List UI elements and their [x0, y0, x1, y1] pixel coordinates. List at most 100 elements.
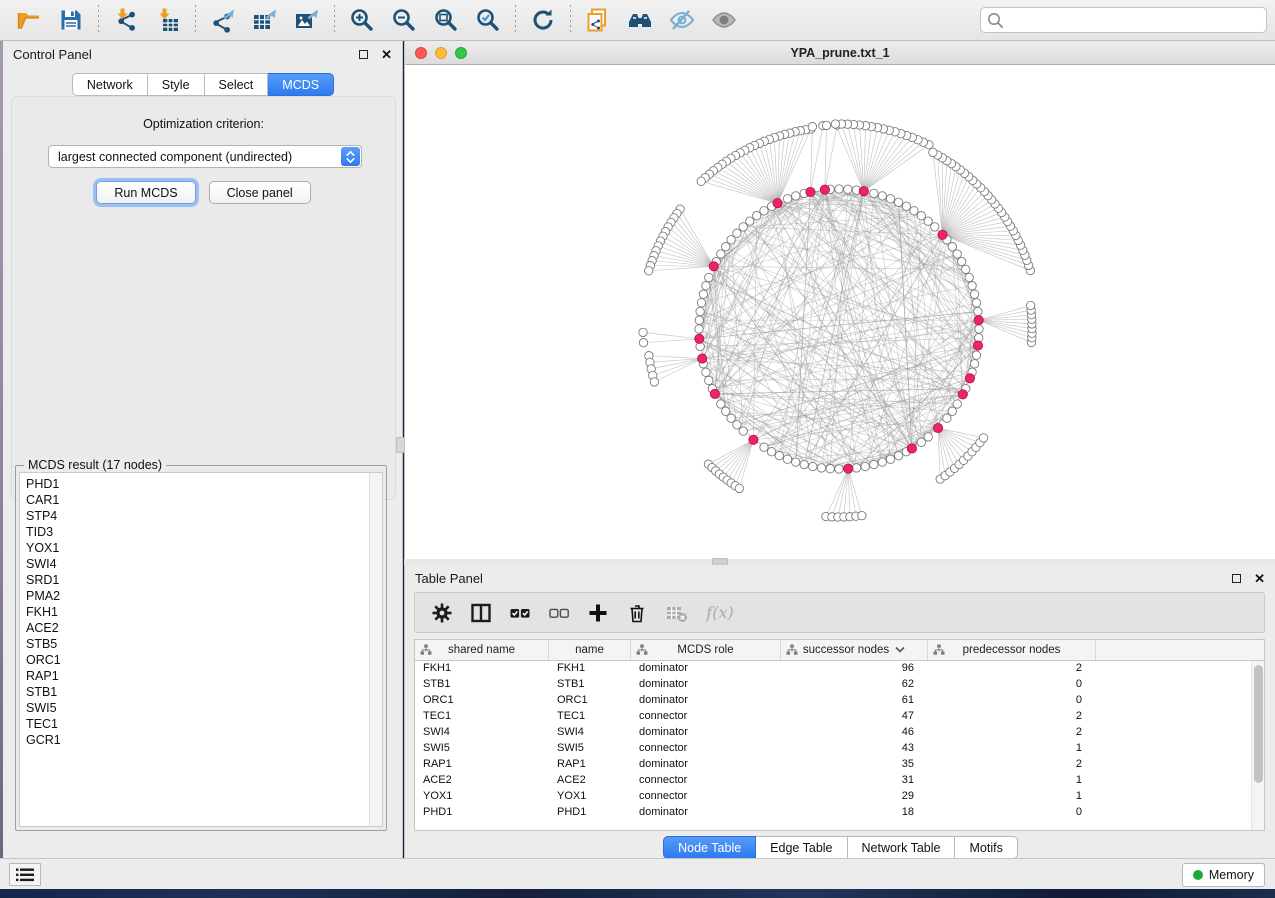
mcds-result-item[interactable]: RAP1	[26, 668, 382, 684]
tab-select[interactable]: Select	[205, 73, 269, 96]
tab-node-table[interactable]: Node Table	[663, 836, 756, 859]
cell-name[interactable]: TEC1	[549, 709, 631, 725]
table-scrollbar-thumb[interactable]	[1254, 665, 1263, 783]
ring-node[interactable]	[878, 458, 886, 466]
cell-predecessor-nodes[interactable]: 0	[928, 693, 1096, 709]
ring-node[interactable]	[953, 400, 961, 408]
mcds-hub-node[interactable]	[844, 464, 853, 473]
table-row[interactable]: YOX1YOX1connector291	[415, 789, 1264, 805]
cell-predecessor-nodes[interactable]: 2	[928, 661, 1096, 677]
mcds-result-item[interactable]: SWI5	[26, 700, 382, 716]
ring-node[interactable]	[886, 195, 894, 203]
deselect-all-button[interactable]	[544, 598, 574, 628]
tab-network[interactable]: Network	[72, 73, 148, 96]
satellite-node[interactable]	[822, 121, 830, 129]
ring-node[interactable]	[958, 257, 966, 265]
zoom-out-button[interactable]	[383, 3, 425, 37]
table-row[interactable]: ACE2ACE2connector311	[415, 773, 1264, 789]
cell-successor-nodes[interactable]: 18	[781, 805, 928, 821]
clone-network-button[interactable]	[577, 3, 619, 37]
network-graph-canvas[interactable]	[405, 65, 1274, 558]
cell-successor-nodes[interactable]: 35	[781, 757, 928, 773]
cell-name[interactable]: PHD1	[549, 805, 631, 821]
ring-node[interactable]	[943, 414, 951, 422]
cell-predecessor-nodes[interactable]: 1	[928, 789, 1096, 805]
window-zoom-icon[interactable]	[455, 47, 467, 59]
ring-node[interactable]	[739, 223, 747, 231]
mcds-hub-node[interactable]	[806, 187, 815, 196]
ring-node[interactable]	[753, 212, 761, 220]
cell-MCDS-role[interactable]: dominator	[631, 677, 781, 693]
mcds-result-item[interactable]: TID3	[26, 524, 382, 540]
save-session-button[interactable]	[50, 3, 92, 37]
ring-node[interactable]	[894, 452, 902, 460]
mcds-result-item[interactable]: STP4	[26, 508, 382, 524]
ring-node[interactable]	[775, 452, 783, 460]
cell-shared-name[interactable]: FKH1	[415, 661, 549, 677]
tab-edge-table[interactable]: Edge Table	[756, 836, 847, 859]
import-network-button[interactable]	[105, 3, 147, 37]
export-image-button[interactable]	[286, 3, 328, 37]
table-row[interactable]: RAP1RAP1dominator352	[415, 757, 1264, 773]
export-table-button[interactable]	[244, 3, 286, 37]
mcds-result-list[interactable]: PHD1CAR1STP4TID3YOX1SWI4SRD1PMA2FKH1ACE2…	[19, 472, 383, 827]
cell-name[interactable]: SWI4	[549, 725, 631, 741]
show-columns-button[interactable]	[466, 598, 496, 628]
ring-node[interactable]	[894, 198, 902, 206]
satellite-node[interactable]	[808, 123, 816, 131]
column-header-name[interactable]: name	[549, 640, 631, 660]
ring-node[interactable]	[870, 460, 878, 468]
ring-node[interactable]	[767, 448, 775, 456]
ring-node[interactable]	[974, 307, 982, 315]
satellite-node[interactable]	[639, 339, 647, 347]
close-table-panel-icon[interactable]: ✕	[1254, 572, 1265, 585]
zoom-in-button[interactable]	[341, 3, 383, 37]
tab-motifs[interactable]: Motifs	[955, 836, 1017, 859]
window-minimize-icon[interactable]	[435, 47, 447, 59]
run-mcds-button[interactable]: Run MCDS	[96, 181, 195, 204]
cell-MCDS-role[interactable]: connector	[631, 709, 781, 725]
ring-node[interactable]	[972, 351, 980, 359]
refresh-layout-button[interactable]	[522, 3, 564, 37]
ring-node[interactable]	[695, 316, 703, 324]
ring-node[interactable]	[948, 407, 956, 415]
cell-successor-nodes[interactable]: 46	[781, 725, 928, 741]
mcds-hub-node[interactable]	[698, 354, 707, 363]
float-panel-icon[interactable]	[359, 50, 368, 59]
mcds-result-item[interactable]: STB1	[26, 684, 382, 700]
column-header-successor-nodes[interactable]: successor nodes	[781, 640, 928, 660]
task-history-button[interactable]	[9, 863, 41, 886]
ring-node[interactable]	[697, 299, 705, 307]
ring-node[interactable]	[809, 462, 817, 470]
close-panel-button[interactable]: Close panel	[209, 181, 311, 204]
ring-node[interactable]	[917, 438, 925, 446]
cell-predecessor-nodes[interactable]: 2	[928, 709, 1096, 725]
column-header-predecessor-nodes[interactable]: predecessor nodes	[928, 640, 1096, 660]
ring-node[interactable]	[835, 185, 843, 193]
cell-shared-name[interactable]: YOX1	[415, 789, 549, 805]
mcds-result-item[interactable]: PHD1	[26, 476, 382, 492]
ring-node[interactable]	[886, 455, 894, 463]
window-close-icon[interactable]	[415, 47, 427, 59]
select-all-button[interactable]	[505, 598, 535, 628]
zoom-fit-button[interactable]	[425, 3, 467, 37]
network-window-titlebar[interactable]: YPA_prune.txt_1	[405, 41, 1275, 65]
import-table-button[interactable]	[147, 3, 189, 37]
cell-shared-name[interactable]: SWI4	[415, 725, 549, 741]
satellite-node[interactable]	[831, 120, 839, 128]
mcds-hub-node[interactable]	[773, 199, 782, 208]
mcds-hub-node[interactable]	[695, 334, 704, 343]
table-settings-button[interactable]	[427, 598, 457, 628]
ring-node[interactable]	[702, 368, 710, 376]
table-row[interactable]: SWI4SWI4dominator462	[415, 725, 1264, 741]
network-graph[interactable]	[405, 65, 1274, 558]
show-all-button[interactable]	[703, 3, 745, 37]
ring-node[interactable]	[739, 427, 747, 435]
ring-node[interactable]	[733, 421, 741, 429]
mcds-result-item[interactable]: GCR1	[26, 732, 382, 748]
cell-MCDS-role[interactable]: dominator	[631, 693, 781, 709]
cell-shared-name[interactable]: RAP1	[415, 757, 549, 773]
delete-column-button[interactable]	[622, 598, 652, 628]
ring-node[interactable]	[917, 212, 925, 220]
ring-node[interactable]	[852, 464, 860, 472]
